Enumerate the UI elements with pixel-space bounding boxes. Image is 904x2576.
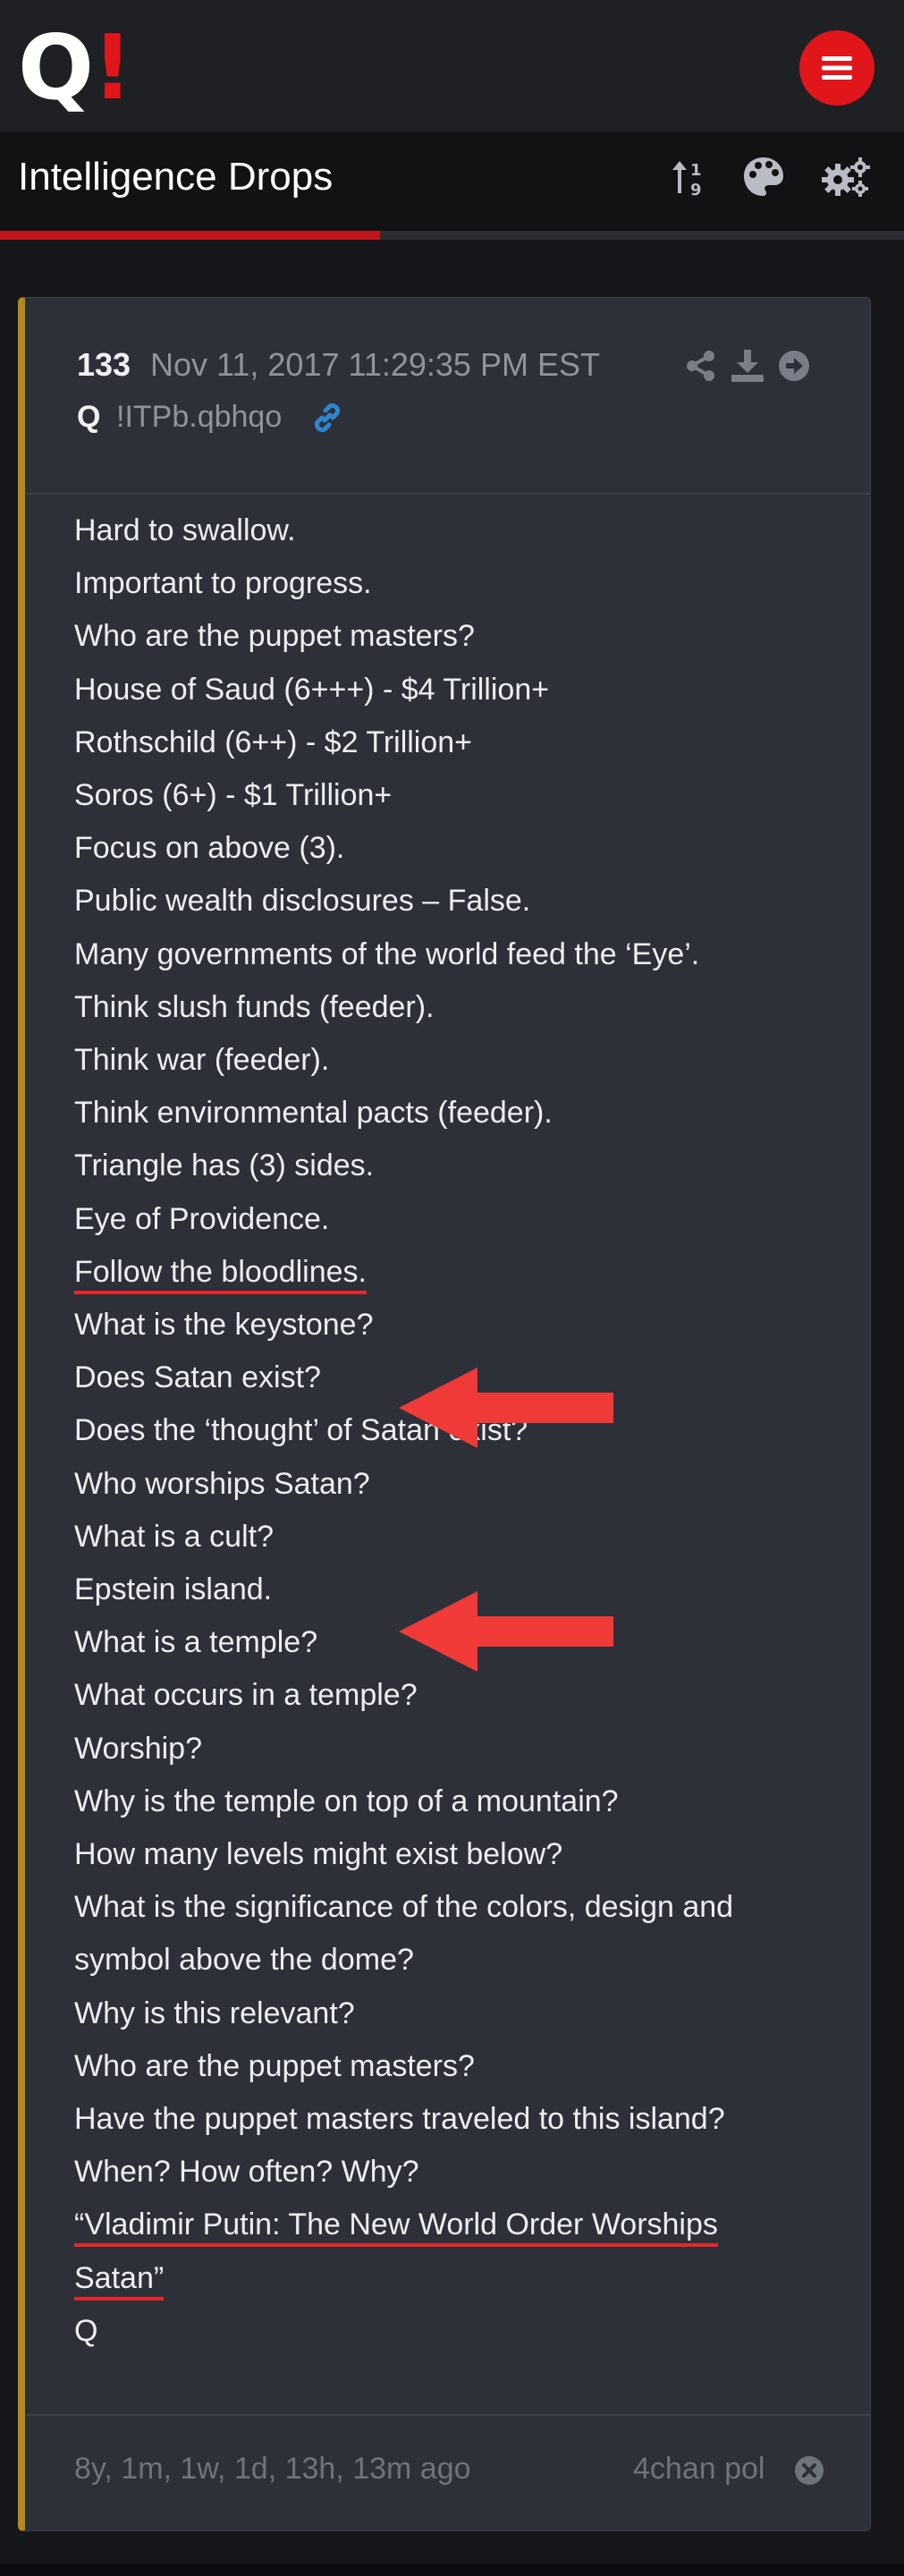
theme-button[interactable] (737, 150, 790, 204)
annotation-arrow-icon (399, 1591, 613, 1672)
link-icon[interactable] (309, 400, 345, 436)
post-line: Worship? (74, 1731, 202, 1766)
post-line: Eye of Providence. (74, 1201, 330, 1236)
post-line: Think slush funds (feeder). (74, 989, 435, 1024)
post-source: 4chan pol (633, 2452, 765, 2486)
post-card: 133 Nov 11, 2017 11:29:35 PM EST Q !ITPb… (18, 297, 871, 2531)
post-line: What is a cult? (74, 1519, 274, 1554)
post-line: What occurs in a temple? (74, 1678, 418, 1713)
palette-icon (744, 157, 783, 196)
post-line: Who are the puppet masters? (74, 619, 475, 654)
post-author: Q (77, 400, 101, 434)
post-line: symbol above the dome? (74, 1943, 414, 1978)
hamburger-icon (822, 56, 852, 80)
close-icon[interactable] (794, 2455, 824, 2486)
post-line: Satan” (74, 2257, 165, 2301)
post-line: Many governments of the world feed the ‘… (74, 936, 700, 971)
post-age: 8y, 1m, 1w, 1d, 13h, 13m ago (74, 2452, 471, 2486)
post-line: Follow the bloodlines. (74, 1250, 367, 1294)
annotation-arrow-icon (399, 1368, 613, 1448)
post-line: Why is this relevant? (74, 1996, 355, 2030)
sort-button[interactable]: 1 9 (663, 150, 717, 204)
post-line: “Vladimir Putin: The New World Order Wor… (74, 2203, 718, 2248)
logo-letter: Q (18, 15, 94, 120)
post-line: Why is the temple on top of a mountain? (74, 1784, 619, 1818)
svg-text:9: 9 (690, 181, 702, 199)
post-line: Triangle has (3) sides. (74, 1148, 375, 1183)
settings-icon (822, 157, 870, 197)
post-tripcode: !ITPb.qbhqo (116, 400, 283, 434)
post-line: Epstein island. (74, 1572, 273, 1606)
sub-header: Intelligence Drops 1 9 (0, 132, 904, 231)
post-line: Focus on above (3). (74, 831, 345, 866)
sort-icon: 1 9 (672, 161, 702, 199)
post-line: Think war (feeder). (74, 1043, 330, 1077)
post-number[interactable]: 133 (77, 346, 131, 384)
post-line: Important to progress. (74, 566, 372, 601)
post-line: How many levels might exist below? (74, 1837, 563, 1871)
post-line: Q (74, 2313, 98, 2348)
logo[interactable]: Q ! (18, 15, 133, 120)
post-line: Who are the puppet masters? (74, 2048, 475, 2083)
post-line: Who worships Satan? (74, 1466, 370, 1501)
post-line: House of Saud (6+++) - $4 Trillion+ (74, 672, 550, 707)
post-line: What is the significance of the colors, … (74, 1890, 734, 1925)
reading-progress-bar (0, 231, 904, 240)
post-date: Nov 11, 2017 11:29:35 PM EST (150, 346, 600, 383)
settings-button[interactable] (819, 150, 873, 204)
svg-text:1: 1 (690, 161, 702, 180)
menu-button[interactable] (799, 30, 874, 106)
bottom-edge (0, 2563, 904, 2576)
post-line: What is the keystone? (74, 1308, 374, 1342)
post-line: Hard to swallow. (74, 513, 296, 547)
share-icon[interactable] (685, 350, 717, 382)
post-header: 133 Nov 11, 2017 11:29:35 PM EST Q !ITPb… (25, 298, 870, 495)
post-line: Soros (6+) - $1 Trillion+ (74, 778, 393, 812)
post-line: What is a temple? (74, 1625, 318, 1660)
reading-progress-fill (0, 231, 380, 240)
post-line: When? How often? Why? (74, 2155, 419, 2190)
post-footer: 8y, 1m, 1w, 1d, 13h, 13m ago 4chan pol (25, 2414, 870, 2530)
post-line: Rothschild (6++) - $2 Trillion+ (74, 724, 473, 759)
download-icon[interactable] (731, 350, 764, 382)
logo-mark: ! (92, 15, 133, 120)
page-title: Intelligence Drops (18, 155, 334, 199)
post-line: Think environmental pacts (feeder). (74, 1096, 553, 1131)
post-line: Public wealth disclosures – False. (74, 884, 531, 919)
post-line: Have the puppet masters traveled to this… (74, 2102, 725, 2136)
top-bar: Q ! (0, 0, 904, 132)
open-icon[interactable] (778, 350, 810, 382)
post-line: Does Satan exist? (74, 1360, 321, 1395)
